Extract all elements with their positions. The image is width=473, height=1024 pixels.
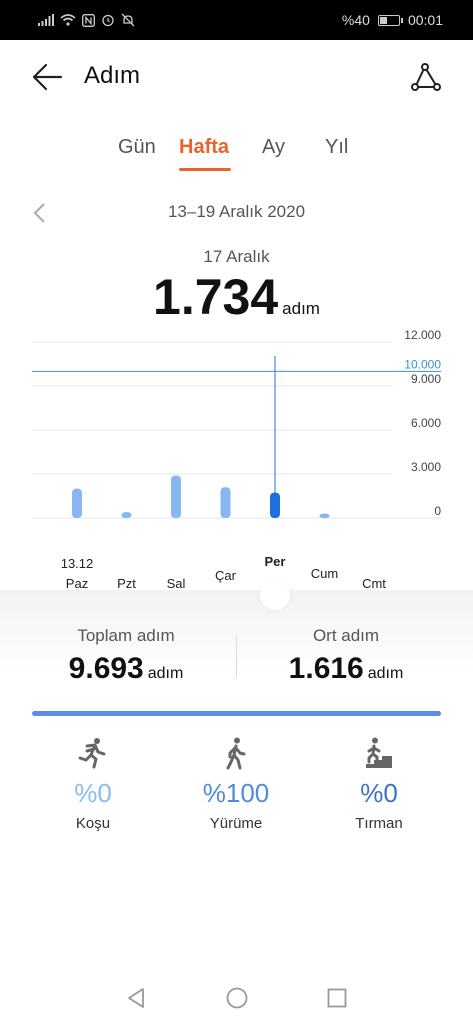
y-tick-label: 3.000 xyxy=(411,460,441,474)
chart-scrubber-handle[interactable] xyxy=(260,580,290,610)
y-tick-label: 9.000 xyxy=(411,372,441,386)
climbing-icon xyxy=(366,737,392,768)
x-tick-label[interactable]: Sal xyxy=(167,576,186,591)
goal-label: 10.000 xyxy=(404,357,441,371)
header: Adım xyxy=(0,52,473,102)
activity-climbing: %0 Tırman xyxy=(319,736,439,832)
tab-month[interactable]: Ay xyxy=(262,136,285,159)
x-tick-label[interactable]: Per xyxy=(265,554,286,569)
walking-label: Yürüme xyxy=(209,815,263,832)
total-value: 9.693 xyxy=(68,652,144,685)
activity-walking: %100 Yürüme xyxy=(176,736,296,832)
average-steps: Ort adım 1.616 adım xyxy=(246,626,446,686)
running-percent: %0 xyxy=(74,778,112,808)
status-bar: %40 00:01 xyxy=(0,0,473,40)
battery-percent: %40 xyxy=(341,12,370,28)
tab-active-underline xyxy=(179,168,231,171)
nav-back-icon[interactable] xyxy=(124,986,148,1010)
battery-icon xyxy=(377,14,403,26)
x-tick-label[interactable]: Cum xyxy=(311,566,338,581)
climbing-percent: %0 xyxy=(360,778,398,808)
alarm-icon xyxy=(102,14,114,27)
avg-unit: adım xyxy=(367,665,404,682)
climbing-label: Tırman xyxy=(355,815,403,832)
activity-progress-bar xyxy=(32,711,441,716)
selected-date: 17 Aralık xyxy=(203,247,270,266)
nfc-icon xyxy=(82,13,95,27)
total-steps: Toplam adım 9.693 adım xyxy=(26,626,226,686)
walking-icon xyxy=(226,737,246,770)
bar xyxy=(220,487,231,518)
bar xyxy=(171,475,181,518)
avg-value: 1.616 xyxy=(288,652,364,685)
bar xyxy=(121,512,132,518)
nav-recents-icon[interactable] xyxy=(325,986,349,1010)
date-range: 13–19 Aralık 2020 xyxy=(167,202,306,221)
first-date-label: 13.12 xyxy=(60,556,94,571)
chevron-left-icon[interactable] xyxy=(32,202,48,224)
wifi-icon xyxy=(60,14,76,26)
status-icons xyxy=(38,13,135,27)
selected-value: 1.734 adım xyxy=(0,268,473,326)
running-label: Koşu xyxy=(75,815,111,832)
bar xyxy=(319,513,330,518)
avg-label: Ort adım xyxy=(312,626,380,645)
activity-running: %0 Koşu xyxy=(33,736,153,832)
x-tick-label[interactable]: Çar xyxy=(215,568,236,583)
tab-day[interactable]: Gün xyxy=(118,136,156,159)
x-tick-label[interactable]: Paz xyxy=(66,576,88,591)
y-tick-label: 12.000 xyxy=(404,330,441,342)
mute-icon xyxy=(121,13,135,27)
running-icon xyxy=(78,738,106,769)
status-right: %40 00:01 xyxy=(342,12,443,28)
tab-week[interactable]: Hafta xyxy=(179,136,229,159)
tab-year[interactable]: Yıl xyxy=(325,136,348,159)
y-tick-label: 0 xyxy=(434,504,441,518)
y-tick-label: 6.000 xyxy=(411,416,441,430)
route-icon[interactable] xyxy=(409,60,443,94)
steps-chart[interactable]: 0 3.000 6.000 9.000 12.000 10.000 Paz Pzt Sal Ça… xyxy=(0,330,473,600)
bar xyxy=(270,492,280,518)
arrow-left-icon[interactable] xyxy=(30,62,64,92)
x-tick-label[interactable]: Cmt xyxy=(362,576,386,591)
selected-unit: adım xyxy=(282,299,320,318)
period-tabs: Gün Hafta Ay Yıl xyxy=(100,136,380,176)
x-tick-label[interactable]: Pzt xyxy=(117,576,136,591)
signal-icon xyxy=(38,14,54,26)
page-title: Adım xyxy=(84,62,141,89)
bar xyxy=(72,488,82,518)
battery-level xyxy=(379,16,388,24)
system-nav-bar xyxy=(0,978,473,1018)
total-label: Toplam adım xyxy=(77,626,175,645)
walking-percent: %100 xyxy=(202,778,270,808)
clock: 00:01 xyxy=(407,12,443,28)
selected-steps: 1.734 xyxy=(153,269,279,325)
nav-home-icon[interactable] xyxy=(225,986,249,1010)
summary-divider xyxy=(236,636,237,678)
activity-progress-fill xyxy=(32,711,441,716)
total-unit: adım xyxy=(147,665,184,682)
